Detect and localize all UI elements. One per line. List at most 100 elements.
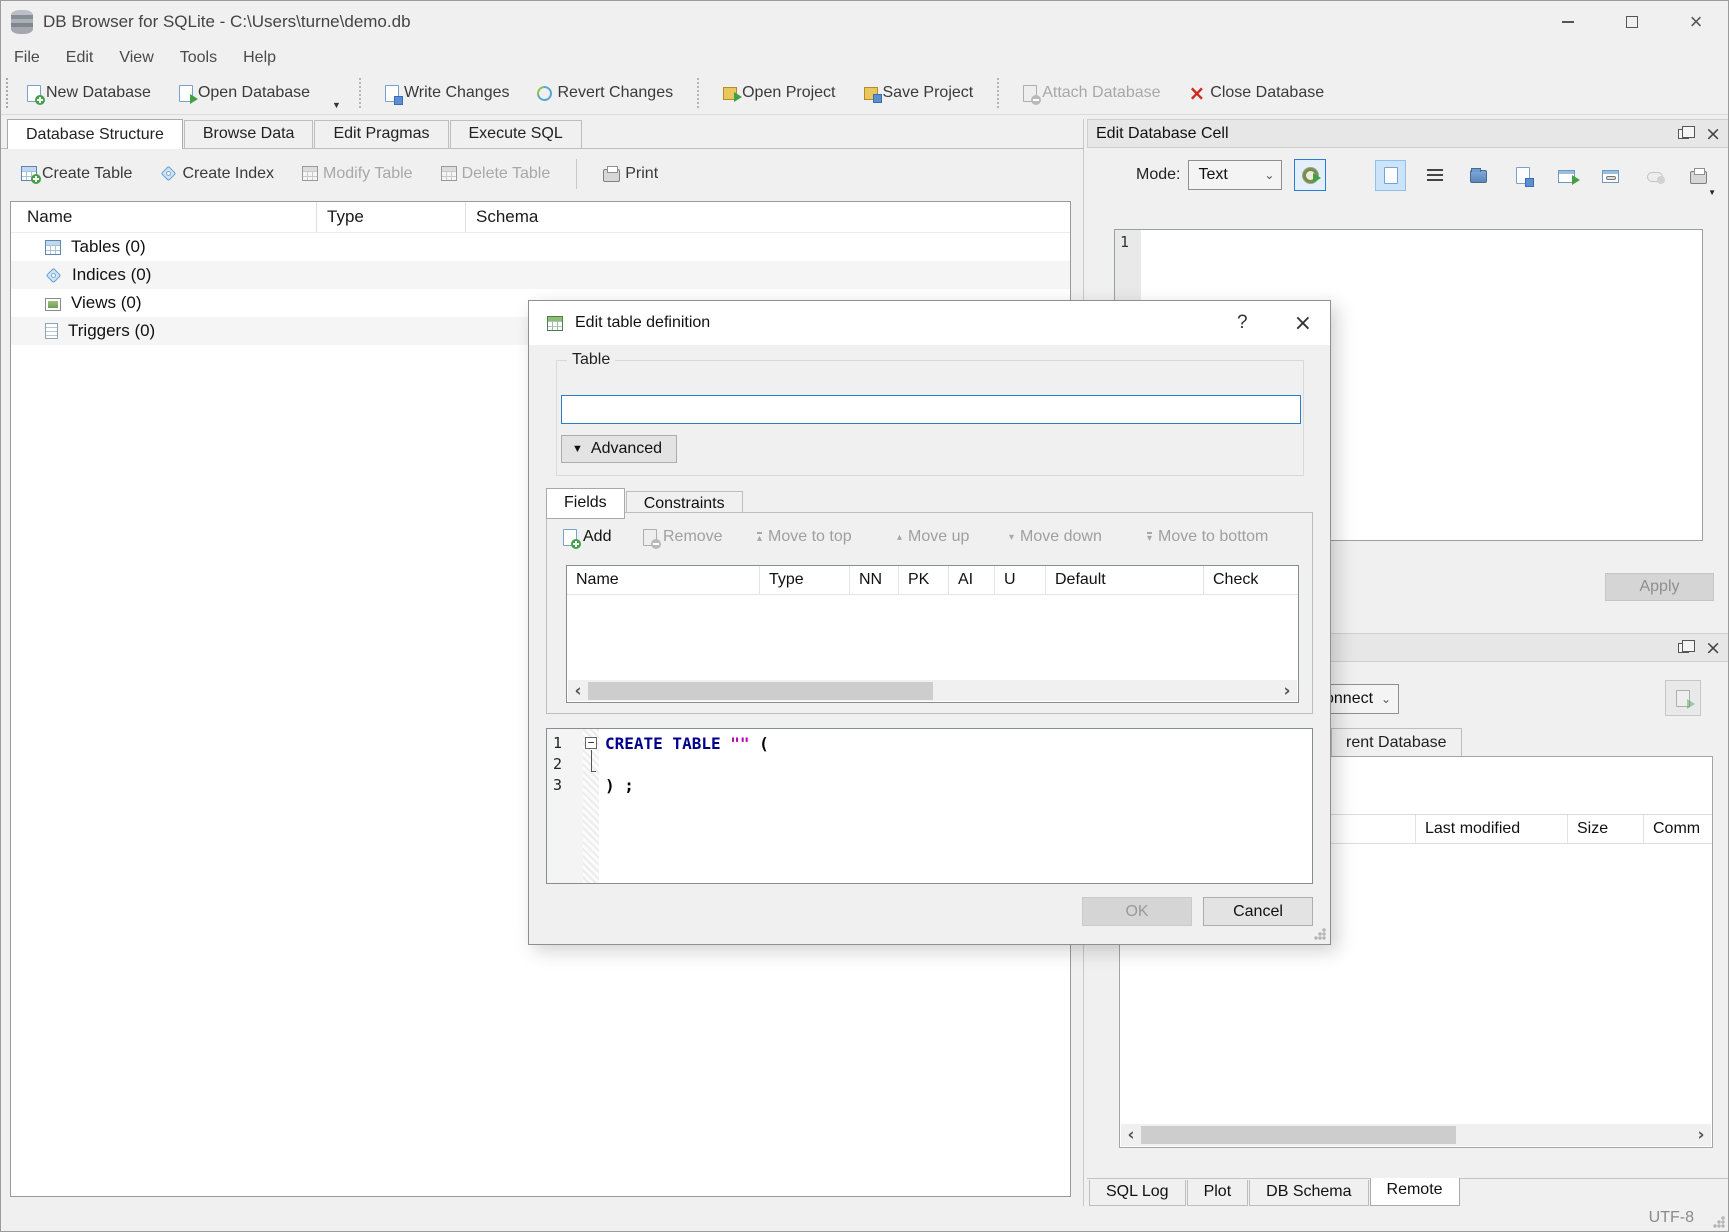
- maximize-button[interactable]: [1600, 1, 1664, 43]
- tree-row-indices[interactable]: Indices (0): [11, 261, 1070, 289]
- create-index-button[interactable]: Create Index: [146, 156, 288, 192]
- edit-cell-panel-title: Edit Database Cell: [1096, 125, 1229, 143]
- move-to-top-button[interactable]: ▴ Move to top: [757, 528, 852, 546]
- column-header-type[interactable]: Type: [317, 202, 466, 232]
- move-up-button[interactable]: ▴ Move up: [897, 528, 969, 546]
- close-database-button[interactable]: × Close Database: [1175, 75, 1339, 111]
- float-panel-icon[interactable]: [1678, 129, 1689, 139]
- close-button[interactable]: ×: [1664, 1, 1728, 43]
- tab-edit-pragmas[interactable]: Edit Pragmas: [314, 120, 448, 148]
- create-table-button[interactable]: Create Table: [7, 156, 146, 192]
- fields-column-check[interactable]: Check: [1204, 566, 1298, 594]
- remote-horizontal-scrollbar[interactable]: ‹ ›: [1121, 1124, 1711, 1146]
- remove-field-button[interactable]: Remove: [643, 528, 723, 546]
- dialog-close-icon[interactable]: ×: [1294, 311, 1312, 336]
- open-project-button[interactable]: Open Project: [709, 75, 849, 111]
- scroll-left-icon[interactable]: ‹: [1121, 1125, 1141, 1145]
- advanced-arrow-icon: ▼: [572, 443, 583, 455]
- sql-keyword: CREATE TABLE: [605, 734, 721, 753]
- float-remote-panel-icon[interactable]: [1678, 643, 1689, 653]
- apply-button[interactable]: Apply: [1605, 573, 1714, 601]
- dialog-resize-grip[interactable]: [1314, 928, 1326, 940]
- advanced-toggle-button[interactable]: ▼ Advanced: [561, 435, 677, 463]
- tab-db-schema[interactable]: DB Schema: [1249, 1180, 1368, 1206]
- new-database-button[interactable]: New Database: [13, 75, 165, 111]
- move-down-button[interactable]: ▾ Move down: [1009, 528, 1102, 546]
- fields-table-header: Name Type NN PK AI U Default Check: [567, 566, 1298, 595]
- minimize-icon: [1562, 21, 1574, 23]
- ok-button[interactable]: OK: [1082, 897, 1192, 926]
- menu-view[interactable]: View: [106, 49, 166, 67]
- open-database-button[interactable]: Open Database: [165, 75, 324, 111]
- remote-column-last-modified[interactable]: Last modified: [1415, 815, 1567, 843]
- dialog-titlebar[interactable]: Edit table definition ? ×: [529, 301, 1330, 345]
- print-cell-button[interactable]: [1683, 160, 1714, 191]
- scroll-right-icon[interactable]: ›: [1691, 1125, 1711, 1145]
- triggers-icon: [45, 323, 58, 339]
- attach-database-button[interactable]: Attach Database: [1009, 75, 1174, 111]
- fields-scrollbar-thumb[interactable]: [588, 682, 933, 700]
- table-name-input[interactable]: [561, 395, 1301, 424]
- print-button[interactable]: Print: [589, 156, 672, 192]
- remote-column-commit[interactable]: Comm: [1643, 815, 1712, 843]
- text-document-button[interactable]: [1375, 160, 1406, 191]
- word-wrap-icon: [1427, 169, 1443, 183]
- tab-database-structure[interactable]: Database Structure: [7, 119, 183, 149]
- open-database-dropdown-icon[interactable]: ▼: [324, 100, 349, 110]
- auto-apply-toggle-button[interactable]: [1294, 159, 1326, 191]
- remote-clone-button[interactable]: [1665, 680, 1701, 716]
- export-file-button[interactable]: [1507, 160, 1538, 191]
- fields-scroll-left-icon[interactable]: ‹: [568, 681, 588, 701]
- set-null-button[interactable]: [1639, 160, 1670, 191]
- mode-select[interactable]: Text ⌄: [1188, 160, 1282, 190]
- revert-changes-button[interactable]: Revert Changes: [523, 75, 687, 111]
- fields-column-type[interactable]: Type: [760, 566, 850, 594]
- dialog-help-icon[interactable]: ?: [1237, 312, 1248, 334]
- tab-browse-data[interactable]: Browse Data: [184, 120, 314, 148]
- modify-table-button[interactable]: Modify Table: [288, 156, 427, 192]
- fold-collapse-icon[interactable]: −: [585, 737, 597, 749]
- write-changes-button[interactable]: Write Changes: [371, 75, 524, 111]
- fields-horizontal-scrollbar[interactable]: ‹ ›: [568, 680, 1297, 701]
- scrollbar-thumb[interactable]: [1141, 1126, 1456, 1144]
- fields-column-nn[interactable]: NN: [850, 566, 899, 594]
- move-to-top-icon: ▴: [757, 532, 762, 542]
- sql-fold-column: −: [583, 729, 599, 883]
- save-project-button[interactable]: Save Project: [850, 75, 988, 111]
- add-field-button[interactable]: Add: [563, 528, 611, 546]
- column-header-schema[interactable]: Schema: [466, 202, 1070, 232]
- fields-column-u[interactable]: U: [995, 566, 1046, 594]
- encoding-status[interactable]: UTF-8: [1649, 1209, 1694, 1227]
- menu-edit[interactable]: Edit: [53, 49, 107, 67]
- tab-fields[interactable]: Fields: [546, 488, 625, 519]
- move-to-bottom-button[interactable]: ▾ Move to bottom: [1147, 528, 1268, 546]
- tab-sql-log[interactable]: SQL Log: [1089, 1180, 1186, 1206]
- menu-tools[interactable]: Tools: [167, 49, 230, 67]
- fields-column-pk[interactable]: PK: [899, 566, 949, 594]
- tab-remote[interactable]: Remote: [1370, 1178, 1460, 1206]
- close-panel-icon[interactable]: ×: [1705, 126, 1721, 142]
- tab-plot[interactable]: Plot: [1187, 1180, 1249, 1206]
- import-file-button[interactable]: ▼: [1463, 160, 1494, 191]
- menu-file[interactable]: File: [1, 49, 53, 67]
- image-link-button[interactable]: [1595, 160, 1626, 191]
- fields-column-name[interactable]: Name: [567, 566, 760, 594]
- tree-row-tables[interactable]: Tables (0): [11, 233, 1070, 261]
- fields-scroll-right-icon[interactable]: ›: [1277, 681, 1297, 701]
- remote-current-database-tab[interactable]: rent Database: [1331, 728, 1462, 757]
- minimize-button[interactable]: [1536, 1, 1600, 43]
- window-resize-grip[interactable]: [1713, 1216, 1725, 1228]
- fields-column-default[interactable]: Default: [1046, 566, 1204, 594]
- delete-table-button[interactable]: Delete Table: [427, 156, 565, 192]
- fields-column-ai[interactable]: AI: [949, 566, 995, 594]
- menu-help[interactable]: Help: [230, 49, 289, 67]
- remote-column-size[interactable]: Size: [1567, 815, 1643, 843]
- close-remote-panel-icon[interactable]: ×: [1705, 640, 1721, 656]
- cancel-button[interactable]: Cancel: [1203, 897, 1313, 926]
- word-wrap-button[interactable]: [1419, 160, 1450, 191]
- sql-preview: 1 2 3 − CREATE TABLE "" ( ) ;: [546, 728, 1313, 884]
- column-header-name[interactable]: Name: [11, 202, 317, 232]
- tab-execute-sql[interactable]: Execute SQL: [450, 120, 582, 148]
- folder-dropdown-icon: ▼: [1708, 188, 1716, 197]
- open-in-app-button[interactable]: [1551, 160, 1582, 191]
